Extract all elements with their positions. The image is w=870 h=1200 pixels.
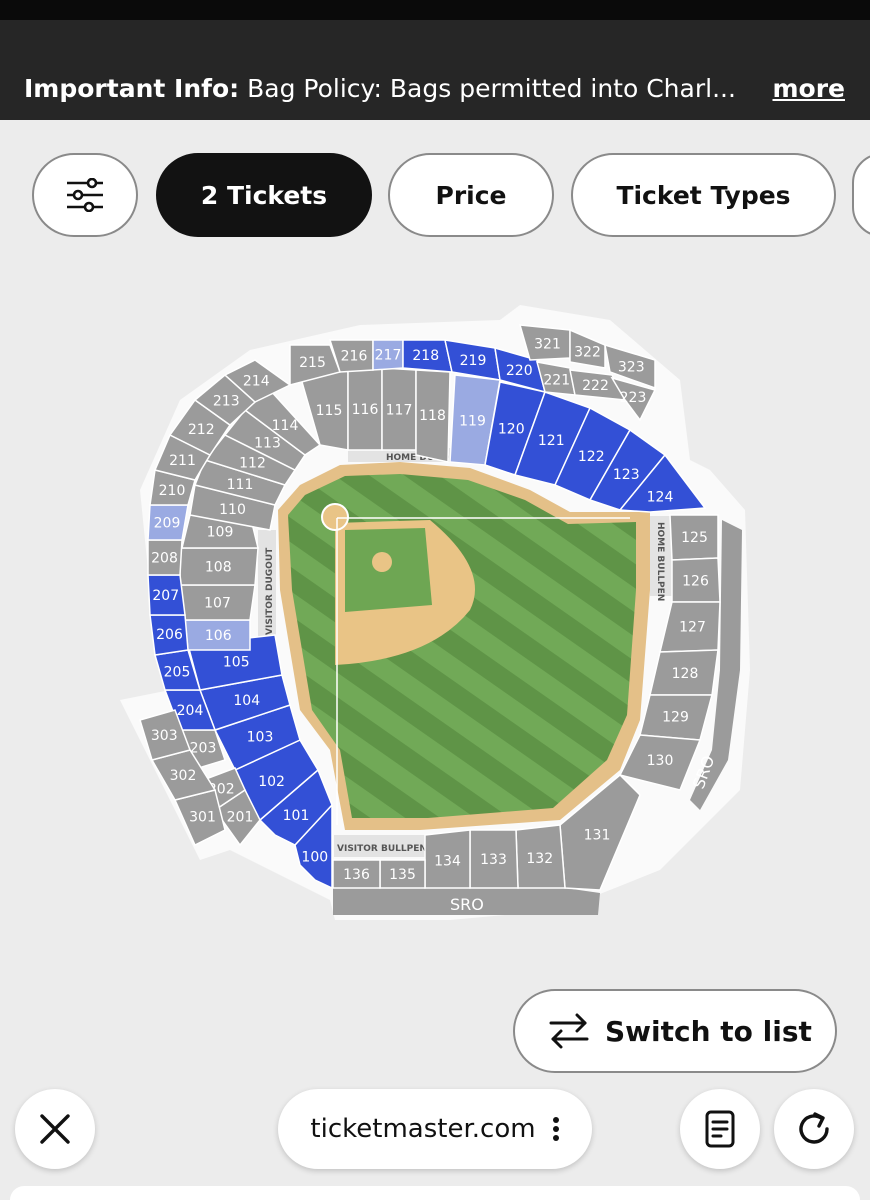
section-label-205: 205 [164,664,191,680]
section-label-201: 201 [227,809,254,825]
section-label-128: 128 [672,666,699,682]
reload-button[interactable] [774,1089,854,1169]
section-label-204: 204 [177,703,204,719]
section-label-103: 103 [247,729,274,745]
section-label-107: 107 [204,596,231,612]
banner-label: Important Info: [24,74,240,103]
switch-to-list-button[interactable]: Switch to list [513,989,837,1073]
section-label-112: 112 [239,456,266,472]
section-label-215: 215 [299,355,326,371]
section-label-101: 101 [283,808,310,824]
section-label-109: 109 [207,525,234,541]
home-bullpen-label: HOME BULLPEN [655,522,665,601]
infield-grass [345,528,432,612]
reader-icon [705,1110,735,1148]
browser-bottom-sheet [10,1186,860,1200]
section-label-130: 130 [647,753,674,769]
section-label-209: 209 [154,516,181,532]
section-label-122: 122 [578,449,605,465]
section-label-133: 133 [480,852,507,868]
section-label-120: 120 [498,422,525,438]
section-label-221: 221 [543,372,570,388]
stadium-seat-map[interactable]: HOME DUGOUT VISITOR DUGOUT HOME BULLPEN … [0,290,870,940]
url-text: ticketmaster.com [310,1114,536,1144]
sro-bottom-label: SRO [450,895,484,914]
section-label-119: 119 [459,414,486,430]
section-label-214: 214 [243,374,270,390]
section-label-108: 108 [205,560,232,576]
section-label-116: 116 [352,402,379,418]
swap-arrows-icon [549,1013,589,1049]
section-label-212: 212 [188,422,215,438]
more-filters-button[interactable] [852,153,870,237]
section-label-301: 301 [189,809,216,825]
section-label-100: 100 [301,850,328,866]
section-label-303: 303 [151,728,178,744]
section-label-217: 217 [375,348,402,364]
section-label-113: 113 [254,436,281,452]
section-label-118: 118 [419,408,446,424]
section-label-132: 132 [526,851,553,867]
pitchers-mound [372,552,392,572]
tickets-quantity-button[interactable]: 2 Tickets [156,153,372,237]
section-label-111: 111 [227,477,254,493]
switch-to-list-label: Switch to list [605,1014,812,1048]
section-label-321: 321 [534,336,561,352]
visitor-bullpen-label: VISITOR BULLPEN [337,844,427,854]
section-label-213: 213 [213,394,240,410]
important-info-banner[interactable]: Important Info: Bag Policy: Bags permitt… [0,20,870,120]
reload-icon [799,1112,829,1144]
banner-message: Bag Policy: Bags permitted into Charl... [247,74,736,103]
section-label-203: 203 [190,741,217,757]
section-label-114: 114 [272,418,299,434]
section-label-102: 102 [258,774,285,790]
section-label-125: 125 [681,530,708,546]
section-label-124: 124 [647,489,674,505]
section-label-216: 216 [341,349,368,365]
close-tab-button[interactable] [15,1089,95,1169]
section-label-105: 105 [223,654,250,670]
section-label-110: 110 [219,502,246,518]
section-label-106: 106 [205,628,232,644]
section-label-131: 131 [584,828,611,844]
section-label-129: 129 [662,709,689,725]
section-label-211: 211 [169,453,196,469]
home-plate-area [321,503,349,531]
section-label-126: 126 [682,574,709,590]
section-label-323: 323 [618,359,645,375]
section-label-206: 206 [156,627,183,643]
section-label-136: 136 [343,867,370,883]
section-label-208: 208 [151,551,178,567]
section-label-127: 127 [679,620,706,636]
reader-mode-button[interactable] [680,1089,760,1169]
ticket-types-filter-button[interactable]: Ticket Types [571,153,836,237]
price-filter-button[interactable]: Price [388,153,554,237]
section-label-218: 218 [412,348,439,364]
address-bar[interactable]: ticketmaster.com [278,1089,592,1169]
section-label-219: 219 [460,353,487,369]
sliders-icon [67,178,103,212]
section-label-134: 134 [434,853,461,869]
section-label-207: 207 [152,588,179,604]
section-label-302: 302 [170,768,197,784]
section-label-220: 220 [506,363,533,379]
filter-settings-button[interactable] [32,153,138,237]
section-label-117: 117 [386,403,413,419]
section-label-322: 322 [574,344,601,360]
section-label-210: 210 [159,483,186,499]
section-label-223: 223 [620,390,647,406]
section-label-123: 123 [613,467,640,483]
section-label-222: 222 [582,378,609,394]
close-icon [40,1114,70,1144]
more-vertical-icon[interactable] [552,1116,560,1142]
visitor-dugout-label: VISITOR DUGOUT [265,547,275,635]
section-label-135: 135 [389,867,416,883]
status-bar [0,0,870,20]
section-label-104: 104 [233,693,260,709]
banner-more-link[interactable]: more [772,76,845,101]
section-label-115: 115 [316,403,343,419]
section-label-121: 121 [538,433,565,449]
banner-text: Important Info: Bag Policy: Bags permitt… [24,76,736,101]
